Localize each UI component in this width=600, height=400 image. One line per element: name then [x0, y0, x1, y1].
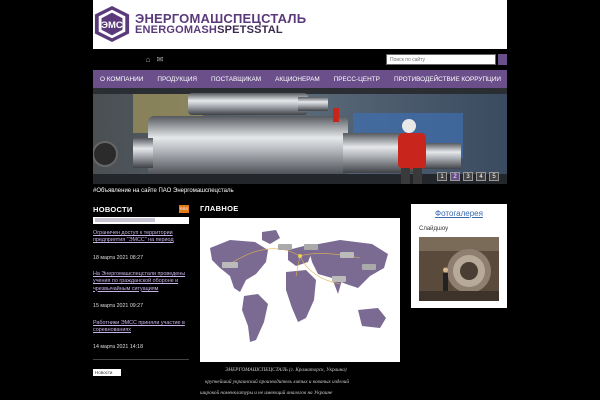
utility-bar: ⌂ ✉: [93, 52, 507, 68]
svg-text:ЭМС: ЭМС: [101, 20, 123, 31]
gallery-photo: [419, 237, 499, 301]
main-heading: ГЛАВНОЕ: [200, 204, 239, 213]
nav-item-suppliers[interactable]: ПОСТАВЩИКАМ: [204, 76, 268, 83]
announcement-ticker[interactable]: #Объявление на сайте ПАО Энергомашспецст…: [93, 188, 507, 199]
nav-item-products[interactable]: ПРОДУКЦИЯ: [150, 76, 204, 83]
ticker-text: #Объявление на сайте ПАО Энергомашспецст…: [93, 188, 234, 194]
logo-en-part2: SPETSSTAL: [217, 24, 283, 36]
slide-page-1[interactable]: 1: [437, 172, 447, 181]
gallery-slideshow-image[interactable]: [419, 237, 499, 301]
slide-page-5[interactable]: 5: [489, 172, 499, 181]
world-map-image[interactable]: [200, 218, 400, 362]
news-section-label[interactable]: Новости: [93, 369, 121, 376]
nav-item-shareholders[interactable]: АКЦИОНЕРАМ: [268, 76, 327, 83]
photo-gallery-widget: Фотогалерея Слайдшоу: [411, 204, 507, 308]
logo-text-en: ENERGOMASHSPETSSTAL: [135, 24, 283, 36]
main-caption-line: широкой номенклатуры и не имеющий аналог…: [200, 390, 333, 396]
rss-icon[interactable]: RSS: [179, 205, 189, 213]
logo-en-part1: ENERGOMASH: [135, 24, 218, 36]
search-input[interactable]: [386, 54, 496, 65]
nav-item-anti-corruption[interactable]: ПРОТИВОДЕЙСТВИЕ КОРРУПЦИИ: [387, 76, 508, 83]
slideshow-label: Слайдшоу: [419, 226, 449, 232]
news-item-title[interactable]: На Энергомашспецстали проведены учения п…: [93, 271, 189, 293]
slide-page-3[interactable]: 3: [463, 172, 473, 181]
slide-page-4[interactable]: 4: [476, 172, 486, 181]
news-item-title[interactable]: Ограничен доступ к территории предприяти…: [93, 230, 189, 245]
nav-item-company[interactable]: О КОМПАНИИ: [93, 76, 150, 83]
slide-page-2[interactable]: 2: [450, 172, 460, 181]
news-item-title[interactable]: Работники ЭМСС приняли участие в соревно…: [93, 320, 189, 335]
news-item-date: 18 марта 2021 08:27: [93, 255, 144, 261]
site-header: ЭМС ЭНЕРГОМАШСПЕЦСТАЛЬ ENERGOMASHSPETSST…: [93, 0, 507, 49]
news-filter-bar: [93, 217, 189, 224]
news-item-date: 15 марта 2021 09:27: [93, 303, 144, 309]
gallery-title-link[interactable]: Фотогалерея: [411, 209, 507, 218]
mail-icon[interactable]: ✉: [155, 55, 165, 65]
home-icon[interactable]: ⌂: [143, 55, 153, 65]
main-nav: О КОМПАНИИ ПРОДУКЦИЯ ПОСТАВЩИКАМ АКЦИОНЕ…: [93, 70, 507, 88]
hero-illustration: [93, 88, 507, 184]
nav-item-press-center[interactable]: ПРЕСС-ЦЕНТР: [327, 76, 387, 83]
main-caption-line: ЭНЕРГОМАШСПЕЦСТАЛЬ (г. Краматорск, Украи…: [225, 367, 347, 373]
hero-slideshow-image[interactable]: [93, 88, 507, 184]
search-button[interactable]: [498, 54, 507, 65]
news-heading: НОВОСТИ: [93, 205, 133, 214]
company-logo-icon[interactable]: ЭМС: [93, 5, 131, 43]
news-item-date: 14 марта 2021 14:18: [93, 344, 144, 350]
divider: [93, 359, 189, 360]
world-map-illustration: [200, 218, 400, 362]
main-caption-line: крупнейший украинский производитель литы…: [205, 379, 349, 385]
